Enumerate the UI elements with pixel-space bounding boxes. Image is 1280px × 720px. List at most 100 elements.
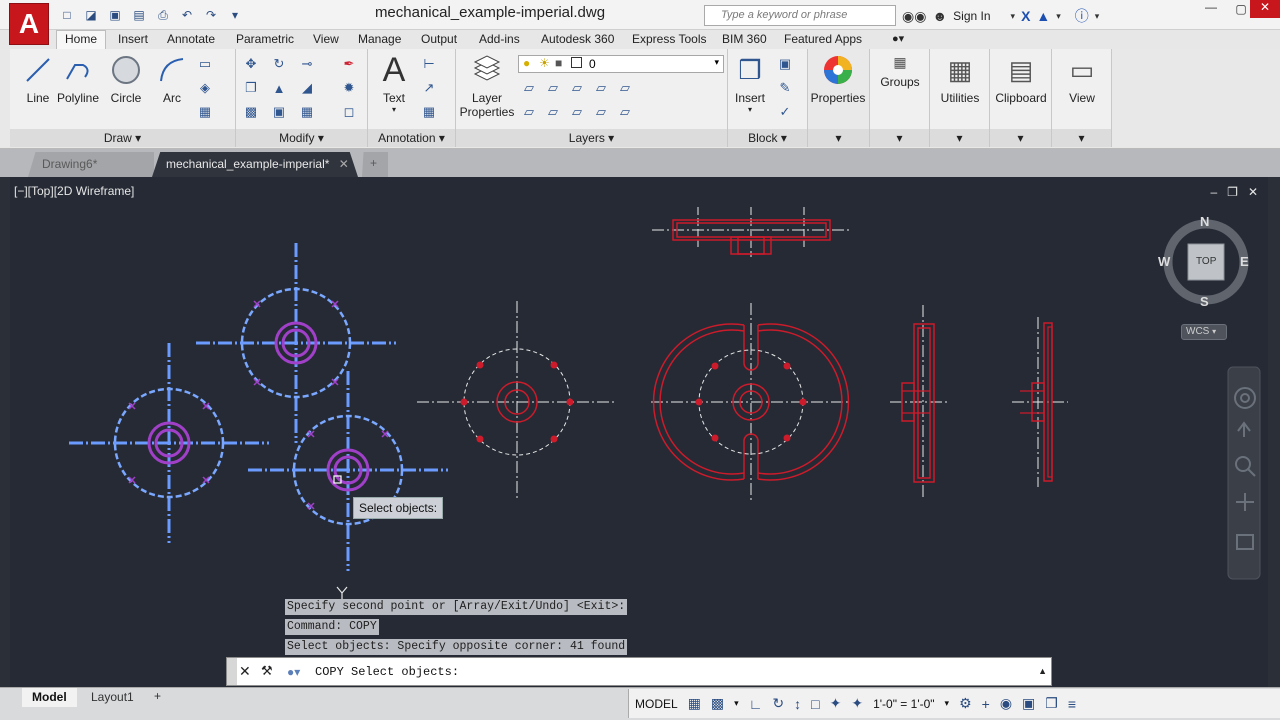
layers-panel-label[interactable]: Layers ▾ [456, 129, 727, 147]
wcs-menu[interactable]: WCS ▾ [1181, 324, 1227, 340]
open-icon[interactable]: ◪ [82, 6, 100, 24]
layer-tool-icon[interactable]: ▱ [592, 79, 610, 97]
clipboard-panel[interactable]: ▤ Clipboard ▾ [990, 49, 1052, 147]
exchange-apps-icon[interactable]: X [1021, 8, 1030, 24]
help-icon[interactable]: ⓘ [1075, 6, 1089, 26]
close-tab-icon[interactable]: ✕ [339, 157, 349, 171]
chevron-down-icon[interactable]: ▾ [1095, 11, 1100, 22]
command-line-grip[interactable] [227, 658, 237, 685]
qat-dropdown-icon[interactable]: ▾ [226, 6, 244, 24]
arc-button[interactable]: Arc [144, 53, 200, 105]
rotate-icon[interactable]: ↻ [270, 55, 288, 73]
grid-icon[interactable]: ▦ [688, 695, 701, 712]
plot-icon[interactable]: ⎙ [154, 6, 172, 24]
tab-output[interactable]: Output [421, 30, 457, 49]
command-input[interactable]: COPY Select objects: [315, 665, 459, 679]
tab-home[interactable]: Home [56, 30, 107, 49]
leader-icon[interactable]: ↗ [420, 79, 438, 97]
selected-gear-1[interactable] [196, 243, 396, 443]
layer-tool-icon[interactable]: ▱ [616, 79, 634, 97]
selected-gear-2[interactable] [69, 343, 269, 543]
annotation-visibility-icon[interactable]: ✦ [830, 695, 842, 712]
stretch-icon[interactable]: ▩ [242, 103, 260, 121]
layer-properties-button[interactable]: Layer Properties [458, 53, 516, 119]
utilities-panel[interactable]: ▦ Utilities ▾ [930, 49, 990, 147]
hatch-icon[interactable]: ◈ [196, 79, 214, 97]
viewcube-top-face[interactable]: TOP [1196, 256, 1216, 267]
close-button[interactable]: ✕ [1250, 0, 1280, 18]
rectangle-icon[interactable]: ▭ [196, 55, 214, 73]
tab-autodesk-360[interactable]: Autodesk 360 [541, 30, 614, 49]
tab-annotate[interactable]: Annotate [167, 30, 215, 49]
tab-parametric[interactable]: Parametric [236, 30, 294, 49]
edit-block-icon[interactable]: ✎ [776, 79, 794, 97]
redo-icon[interactable]: ↷ [202, 6, 220, 24]
application-menu-button[interactable]: A [9, 3, 49, 45]
customize-icon[interactable]: ≡ [1068, 696, 1076, 712]
plus-icon[interactable]: + [982, 696, 990, 712]
view-panel[interactable]: ▭ View ▾ [1052, 49, 1112, 147]
erase-icon[interactable]: ✒ [340, 55, 358, 73]
copy-icon[interactable]: ❐ [242, 79, 260, 97]
tab-model[interactable]: Model [22, 688, 77, 707]
tab-drawing6[interactable]: Drawing6* [28, 152, 154, 177]
save-icon[interactable]: ▣ [106, 6, 124, 24]
user-icon[interactable]: ☻ [932, 8, 947, 24]
annotation-scale[interactable]: 1'-0" = 1'-0" [873, 697, 934, 711]
array-icon[interactable]: ▦ [298, 103, 316, 121]
layer-tool-icon[interactable]: ▱ [520, 79, 538, 97]
add-layout-button[interactable]: + [146, 688, 169, 707]
chevron-down-icon[interactable]: ▾ [945, 698, 950, 709]
part-side-view-2[interactable] [1012, 317, 1068, 487]
osnap-tracking-icon[interactable]: ↕ [794, 696, 801, 712]
model-space-button[interactable]: MODEL [635, 697, 678, 711]
chevron-down-icon[interactable]: ▾ [734, 698, 739, 709]
text-button[interactable]: A Text ▾ [366, 51, 422, 115]
chevron-up-icon[interactable]: ▲ [1038, 666, 1047, 676]
part-side-view-1[interactable] [890, 305, 950, 499]
layer-tool-icon[interactable]: ▱ [520, 103, 538, 121]
explode-icon[interactable]: ✹ [340, 79, 358, 97]
insert-button[interactable]: ❒ Insert ▾ [722, 53, 778, 115]
create-block-icon[interactable]: ▣ [776, 55, 794, 73]
layer-tool-icon[interactable]: ▱ [544, 103, 562, 121]
properties-panel[interactable]: Properties ▾ [808, 49, 870, 147]
layer-tool-icon[interactable]: ▱ [592, 103, 610, 121]
layer-tool-icon[interactable]: ▱ [616, 103, 634, 121]
hardware-acceleration-icon[interactable]: ▣ [1022, 695, 1035, 712]
snap-icon[interactable]: ▩ [711, 695, 724, 712]
layer-tool-icon[interactable]: ▱ [544, 79, 562, 97]
viewcube-south[interactable]: S [1200, 294, 1209, 309]
scale-icon[interactable]: ▣ [270, 103, 288, 121]
polar-icon[interactable]: ↻ [772, 695, 784, 712]
tab-bim-360[interactable]: BIM 360 [722, 30, 767, 49]
move-icon[interactable]: ✥ [242, 55, 260, 73]
mirror-icon[interactable]: ▲ [270, 79, 288, 97]
viewcube-east[interactable]: E [1240, 254, 1249, 269]
table-icon[interactable]: ▦ [420, 103, 438, 121]
binoculars-icon[interactable]: ◉◉ [902, 8, 926, 25]
ribbon-toggle-icon[interactable]: ●▾ [892, 30, 904, 49]
tab-featured-apps[interactable]: Featured Apps [784, 30, 862, 49]
block-panel-label[interactable]: Block ▾ [728, 129, 807, 147]
search-input[interactable]: Type a keyword or phrase [704, 5, 896, 26]
chevron-down-icon[interactable]: ▾ [1056, 11, 1061, 22]
fillet-icon[interactable]: ◢ [298, 79, 316, 97]
tab-view[interactable]: View [313, 30, 339, 49]
viewcube-north[interactable]: N [1200, 214, 1209, 229]
isodraft-icon[interactable]: □ [811, 696, 819, 712]
tab-add-ins[interactable]: Add-ins [479, 30, 520, 49]
trim-icon[interactable]: ⊸ [298, 55, 316, 73]
attribute-icon[interactable]: ✓ [776, 103, 794, 121]
layer-dropdown[interactable]: ● ☀ ■ 0 ▾ [518, 55, 724, 73]
drawing-area[interactable]: [−][Top][2D Wireframe] – ❐ ✕ N S E W TOP… [10, 177, 1268, 687]
region-icon[interactable]: ▦ [196, 103, 214, 121]
dimension-icon[interactable]: ⊢ [420, 55, 438, 73]
save-as-icon[interactable]: ▤ [130, 6, 148, 24]
tab-mechanical-example[interactable]: mechanical_example-imperial* ✕ [152, 152, 358, 177]
groups-panel[interactable]: ▦ Groups ▾ [870, 49, 930, 147]
ortho-icon[interactable]: ∟ [749, 696, 763, 712]
fullscreen-icon[interactable]: ❐ [1045, 695, 1058, 712]
part-slotted-disk[interactable] [651, 303, 851, 501]
layer-tool-icon[interactable]: ▱ [568, 79, 586, 97]
